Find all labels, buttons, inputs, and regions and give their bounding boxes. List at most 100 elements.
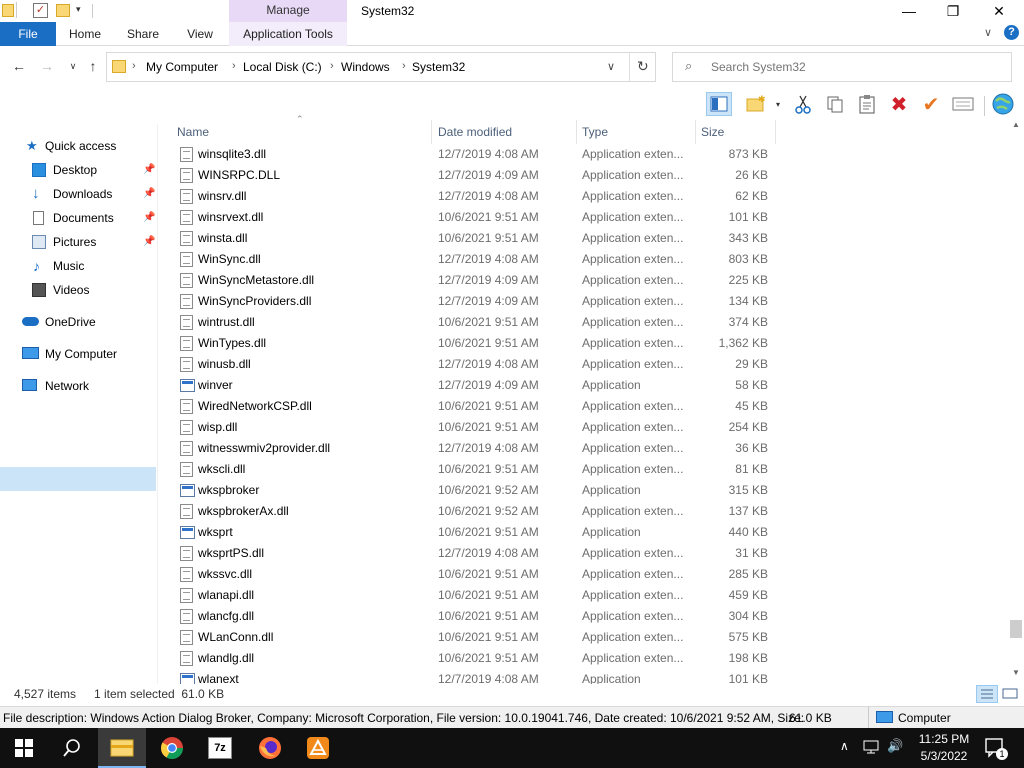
file-row[interactable]: WinTypes.dll 10/6/2021 9:51 AM Application… — [158, 333, 778, 354]
file-row[interactable]: wkspbroker 10/6/2021 9:52 AM Application 31… — [158, 480, 778, 501]
scrollbar-thumb[interactable] — [1010, 620, 1022, 638]
preview-pane-icon[interactable] — [706, 92, 732, 116]
tab-view[interactable]: View — [178, 22, 222, 46]
recent-locations-icon[interactable]: ∨ — [64, 61, 82, 72]
file-row[interactable]: WinSyncProviders.dll 12/7/2019 4:09 AM App… — [158, 291, 778, 312]
file-row[interactable]: winsrvext.dll 10/6/2021 9:51 AM Applicatio… — [158, 207, 778, 228]
file-row[interactable]: wkssvc.dll 10/6/2021 9:51 AM Application e… — [158, 564, 778, 585]
file-row[interactable]: wksprtPS.dll 12/7/2019 4:08 AM Application… — [158, 543, 778, 564]
file-row[interactable]: wlanext 12/7/2019 4:08 AM Application 101 K… — [158, 669, 778, 684]
file-row[interactable]: winsrv.dll 12/7/2019 4:08 AM Application e… — [158, 186, 778, 207]
show-hidden-icons-icon[interactable]: ∧ — [840, 739, 849, 753]
col-type[interactable]: Type — [577, 120, 696, 144]
file-row[interactable]: winver 12/7/2019 4:09 AM Application 58 KB — [158, 375, 778, 396]
search-input[interactable] — [711, 60, 1001, 74]
chevron-down-icon[interactable]: ▾ — [776, 100, 780, 109]
globe-icon[interactable] — [990, 92, 1016, 116]
refresh-icon[interactable]: ↻ — [637, 58, 649, 75]
delete-icon[interactable]: ✖ — [886, 92, 912, 116]
nav-item-desktop[interactable]: Desktop 📌 — [32, 159, 156, 181]
crumb-system32[interactable]: System32 — [412, 60, 465, 74]
cut-icon[interactable] — [790, 92, 816, 116]
file-row[interactable]: wintrust.dll 10/6/2021 9:51 AM Application… — [158, 312, 778, 333]
chevron-right-icon[interactable]: › — [232, 60, 236, 72]
back-arrow-icon[interactable]: ← — [10, 58, 28, 74]
help-icon[interactable]: ? — [1004, 25, 1019, 40]
file-row[interactable]: winusb.dll 12/7/2019 4:08 AM Application e… — [158, 354, 778, 375]
file-date-modified: 12/7/2019 4:09 AM — [438, 294, 539, 308]
details-view-icon[interactable] — [976, 685, 998, 703]
scroll-up-icon[interactable]: ▲ — [1012, 120, 1020, 129]
col-size[interactable]: Size — [696, 120, 776, 144]
close-button[interactable]: ✕ — [976, 0, 1022, 22]
chevron-right-icon[interactable]: › — [132, 60, 136, 72]
paste-icon[interactable] — [854, 92, 880, 116]
chevron-right-icon[interactable]: › — [402, 60, 406, 72]
app-launcher-icon[interactable] — [294, 728, 342, 768]
file-name: wlandlg.dll — [198, 651, 255, 665]
nav-item-downloads[interactable]: ↓ Downloads 📌 — [32, 183, 156, 205]
tab-application-tools[interactable]: Application Tools — [229, 22, 347, 46]
start-button[interactable] — [0, 728, 48, 768]
new-folder-icon[interactable] — [56, 4, 70, 17]
file-row[interactable]: wlandlg.dll 10/6/2021 9:51 AM Application … — [158, 648, 778, 669]
network-tray-icon[interactable] — [863, 739, 879, 758]
file-row[interactable]: WinSyncMetastore.dll 12/7/2019 4:09 AM App… — [158, 270, 778, 291]
chevron-right-icon[interactable]: › — [330, 60, 334, 72]
pin-icon[interactable]: 📌 — [143, 231, 155, 253]
file-row[interactable]: wkspbrokerAx.dll 10/6/2021 9:52 AM Applica… — [158, 501, 778, 522]
maximize-button[interactable]: ❐ — [930, 0, 976, 22]
file-row[interactable]: WinSync.dll 12/7/2019 4:08 AM Application … — [158, 249, 778, 270]
pin-icon[interactable]: 📌 — [143, 183, 155, 205]
file-row[interactable]: winsta.dll 10/6/2021 9:51 AM Application e… — [158, 228, 778, 249]
file-row[interactable]: witnesswmiv2provider.dll 12/7/2019 4:08 A… — [158, 438, 778, 459]
crumb-my-computer[interactable]: My Computer — [146, 60, 218, 74]
file-row[interactable]: WiredNetworkCSP.dll 10/6/2021 9:51 AM Appl… — [158, 396, 778, 417]
forward-arrow-icon[interactable]: → — [38, 58, 56, 74]
chevron-down-icon[interactable]: ∨ — [607, 60, 615, 73]
dll-file-icon — [180, 567, 193, 582]
nav-item-documents[interactable]: Documents 📌 — [32, 207, 156, 229]
rename-check-icon[interactable]: ✔ — [918, 92, 944, 116]
col-date-modified[interactable]: Date modified — [433, 120, 577, 144]
clock-date[interactable]: 5/3/2022 — [914, 749, 974, 763]
application-file-icon — [180, 484, 195, 497]
crumb-windows[interactable]: Windows — [341, 60, 390, 74]
large-icons-view-icon[interactable] — [1000, 685, 1020, 703]
file-row[interactable]: wlanapi.dll 10/6/2021 9:51 AM Application … — [158, 585, 778, 606]
file-row[interactable]: wisp.dll 10/6/2021 9:51 AM Application ext… — [158, 417, 778, 438]
clock-time[interactable]: 11:25 PM — [914, 732, 974, 746]
vertical-scrollbar[interactable]: ▲ ▼ — [1008, 120, 1024, 684]
search-icon[interactable] — [48, 728, 96, 768]
chrome-icon[interactable] — [148, 728, 196, 768]
copy-icon[interactable] — [822, 92, 848, 116]
file-row[interactable]: WLanConn.dll 10/6/2021 9:51 AM Application… — [158, 627, 778, 648]
volume-icon[interactable]: 🔊 — [887, 738, 903, 754]
pin-icon[interactable]: 📌 — [143, 207, 155, 229]
customize-quick-access-icon[interactable]: ▾ — [76, 4, 81, 15]
file-row[interactable]: wlancfg.dll 10/6/2021 9:51 AM Application … — [158, 606, 778, 627]
7zip-icon[interactable]: 7z — [196, 728, 244, 768]
address-bar[interactable]: › My Computer › Local Disk (C:) › Window… — [106, 52, 656, 82]
nav-item-pictures[interactable]: Pictures 📌 — [32, 231, 156, 253]
minimize-button[interactable]: — — [886, 0, 932, 22]
up-arrow-icon[interactable]: ↑ — [84, 58, 102, 74]
ribbon-expand-icon[interactable]: ∨ — [984, 26, 992, 39]
tab-share[interactable]: Share — [120, 22, 166, 46]
scroll-down-icon[interactable]: ▼ — [1012, 668, 1020, 677]
tab-file[interactable]: File — [0, 22, 56, 46]
file-row[interactable]: WINSRPC.DLL 12/7/2019 4:09 AM Application … — [158, 165, 778, 186]
properties-icon[interactable]: ✓ — [33, 3, 48, 18]
file-row[interactable]: wkscli.dll 10/6/2021 9:51 AM Application e… — [158, 459, 778, 480]
file-row[interactable]: winsqlite3.dll 12/7/2019 4:08 AM Applicati… — [158, 144, 778, 165]
search-box[interactable]: ⌕ — [672, 52, 1012, 82]
new-folder-dropdown-icon[interactable]: ✱ — [744, 92, 770, 116]
file-row[interactable]: wksprt 10/6/2021 9:51 AM Application 440 KB — [158, 522, 778, 543]
file-explorer-taskbar-icon[interactable] — [98, 728, 146, 768]
firefox-icon[interactable] — [246, 728, 294, 768]
tab-home[interactable]: Home — [60, 22, 110, 46]
pin-icon[interactable]: 📌 — [143, 159, 155, 181]
crumb-local-disk[interactable]: Local Disk (C:) — [243, 60, 322, 74]
col-name[interactable]: Name — [172, 120, 432, 144]
properties-icon[interactable] — [950, 92, 976, 116]
